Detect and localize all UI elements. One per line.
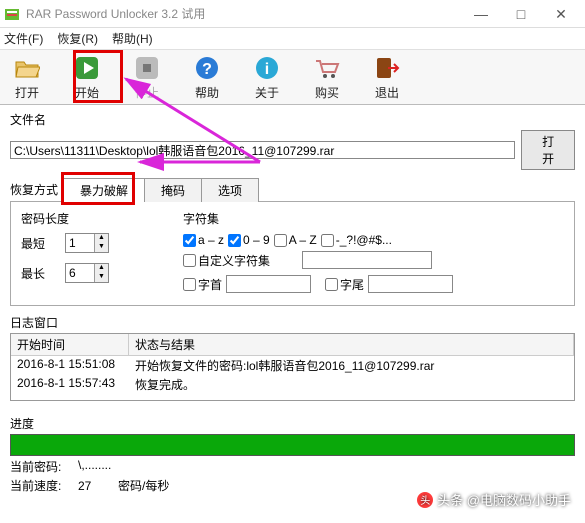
start-label: 开始: [66, 84, 108, 101]
log-row: 2016-8-1 15:51:08 开始恢复文件的密码:lol韩服语音包2016…: [11, 356, 574, 375]
menu-file[interactable]: 文件(F): [4, 30, 43, 47]
max-label: 最长: [21, 265, 65, 282]
about-button[interactable]: i 关于: [246, 54, 288, 101]
exit-button[interactable]: 退出: [366, 54, 408, 101]
open-label: 打开: [6, 84, 48, 101]
help-icon: ?: [193, 54, 221, 82]
stop-icon: [133, 54, 161, 82]
min-stepper[interactable]: ▲▼: [65, 233, 109, 253]
speed-value: 27: [78, 479, 91, 493]
prefix-input[interactable]: [226, 275, 311, 293]
start-button[interactable]: 开始: [66, 54, 108, 101]
tab-brute[interactable]: 暴力破解: [63, 178, 145, 202]
file-path-input[interactable]: [10, 141, 515, 159]
folder-open-icon: [13, 54, 41, 82]
tab-mask[interactable]: 掩码: [144, 178, 202, 202]
buy-label: 购买: [306, 84, 348, 101]
stop-button: 停止: [126, 54, 168, 101]
curpw-value: \,........: [78, 458, 258, 475]
svg-text:?: ?: [202, 61, 212, 78]
stop-label: 停止: [126, 84, 168, 101]
spin-up-icon[interactable]: ▲: [95, 264, 108, 273]
file-label: 文件名: [10, 111, 46, 128]
toolbar: 打开 开始 停止 ? 帮助 i 关于 购买 退出: [0, 50, 585, 105]
checkbox-custom[interactable]: 自定义字符集: [183, 252, 270, 269]
log-row: 2016-8-1 15:57:43 恢复完成。: [11, 375, 574, 394]
checkbox-digits[interactable]: 0 – 9: [228, 233, 270, 247]
exit-label: 退出: [366, 84, 408, 101]
watermark: 头 头条 @电脑数码小助手: [417, 490, 571, 509]
log-col-msg: 状态与结果: [129, 334, 574, 355]
menubar: 文件(F) 恢复(R) 帮助(H): [0, 28, 585, 50]
help-label: 帮助: [186, 84, 228, 101]
log-col-time: 开始时间: [11, 334, 129, 355]
max-input[interactable]: [66, 265, 94, 281]
log-box: 开始时间 状态与结果 2016-8-1 15:51:08 开始恢复文件的密码:l…: [10, 333, 575, 401]
help-button[interactable]: ? 帮助: [186, 54, 228, 101]
speed-unit: 密码/每秒: [118, 479, 169, 493]
menu-recover[interactable]: 恢复(R): [57, 30, 98, 47]
checkbox-lowercase[interactable]: a – z: [183, 233, 224, 247]
watermark-text: 头条 @电脑数码小助手: [437, 490, 571, 509]
spin-down-icon[interactable]: ▼: [95, 243, 108, 252]
custom-charset-input[interactable]: [302, 251, 432, 269]
exit-icon: [373, 54, 401, 82]
buy-button[interactable]: 购买: [306, 54, 348, 101]
tabs: 恢复方式 暴力破解 掩码 选项: [10, 178, 575, 202]
progress-label: 进度: [10, 415, 575, 432]
charset-label: 字符集: [183, 210, 453, 227]
menu-help[interactable]: 帮助(H): [112, 30, 153, 47]
brute-panel: 密码长度 最短 ▲▼ 最长 ▲▼ 字符集: [10, 201, 575, 306]
max-stepper[interactable]: ▲▼: [65, 263, 109, 283]
about-label: 关于: [246, 84, 288, 101]
window-title: RAR Password Unlocker 3.2 试用: [26, 5, 461, 22]
titlebar: RAR Password Unlocker 3.2 试用 — □ ✕: [0, 0, 585, 28]
checkbox-prefix[interactable]: 字首: [183, 276, 222, 293]
svg-text:i: i: [265, 61, 269, 78]
file-open-button[interactable]: 打开: [521, 130, 575, 170]
tab-options[interactable]: 选项: [201, 178, 259, 202]
recovery-mode-label: 恢复方式: [10, 178, 64, 202]
speed-label: 当前速度:: [10, 477, 78, 494]
play-icon: [73, 54, 101, 82]
progress-bar: [10, 434, 575, 456]
info-icon: i: [253, 54, 281, 82]
min-input[interactable]: [66, 235, 94, 251]
log-section: 日志窗口 开始时间 状态与结果 2016-8-1 15:51:08 开始恢复文件…: [10, 314, 575, 401]
curpw-label: 当前密码:: [10, 458, 78, 475]
pwlen-label: 密码长度: [21, 210, 161, 227]
cart-icon: [313, 54, 341, 82]
minimize-button[interactable]: —: [461, 1, 501, 27]
min-label: 最短: [21, 235, 65, 252]
checkbox-suffix[interactable]: 字尾: [325, 276, 364, 293]
app-icon: [4, 6, 20, 22]
open-button[interactable]: 打开: [6, 54, 48, 101]
watermark-icon: 头: [417, 492, 433, 508]
progress-section: 进度 当前密码: \,........ 当前速度: 27 密码/每秒: [10, 415, 575, 494]
checkbox-uppercase[interactable]: A – Z: [274, 233, 317, 247]
log-title: 日志窗口: [10, 314, 575, 331]
close-button[interactable]: ✕: [541, 1, 581, 27]
spin-up-icon[interactable]: ▲: [95, 234, 108, 243]
spin-down-icon[interactable]: ▼: [95, 273, 108, 282]
suffix-input[interactable]: [368, 275, 453, 293]
checkbox-special[interactable]: -_?!@#$...: [321, 233, 392, 247]
maximize-button[interactable]: □: [501, 1, 541, 27]
content: 文件名 打开 恢复方式 暴力破解 掩码 选项 密码长度 最短 ▲▼ 最长: [0, 105, 585, 498]
